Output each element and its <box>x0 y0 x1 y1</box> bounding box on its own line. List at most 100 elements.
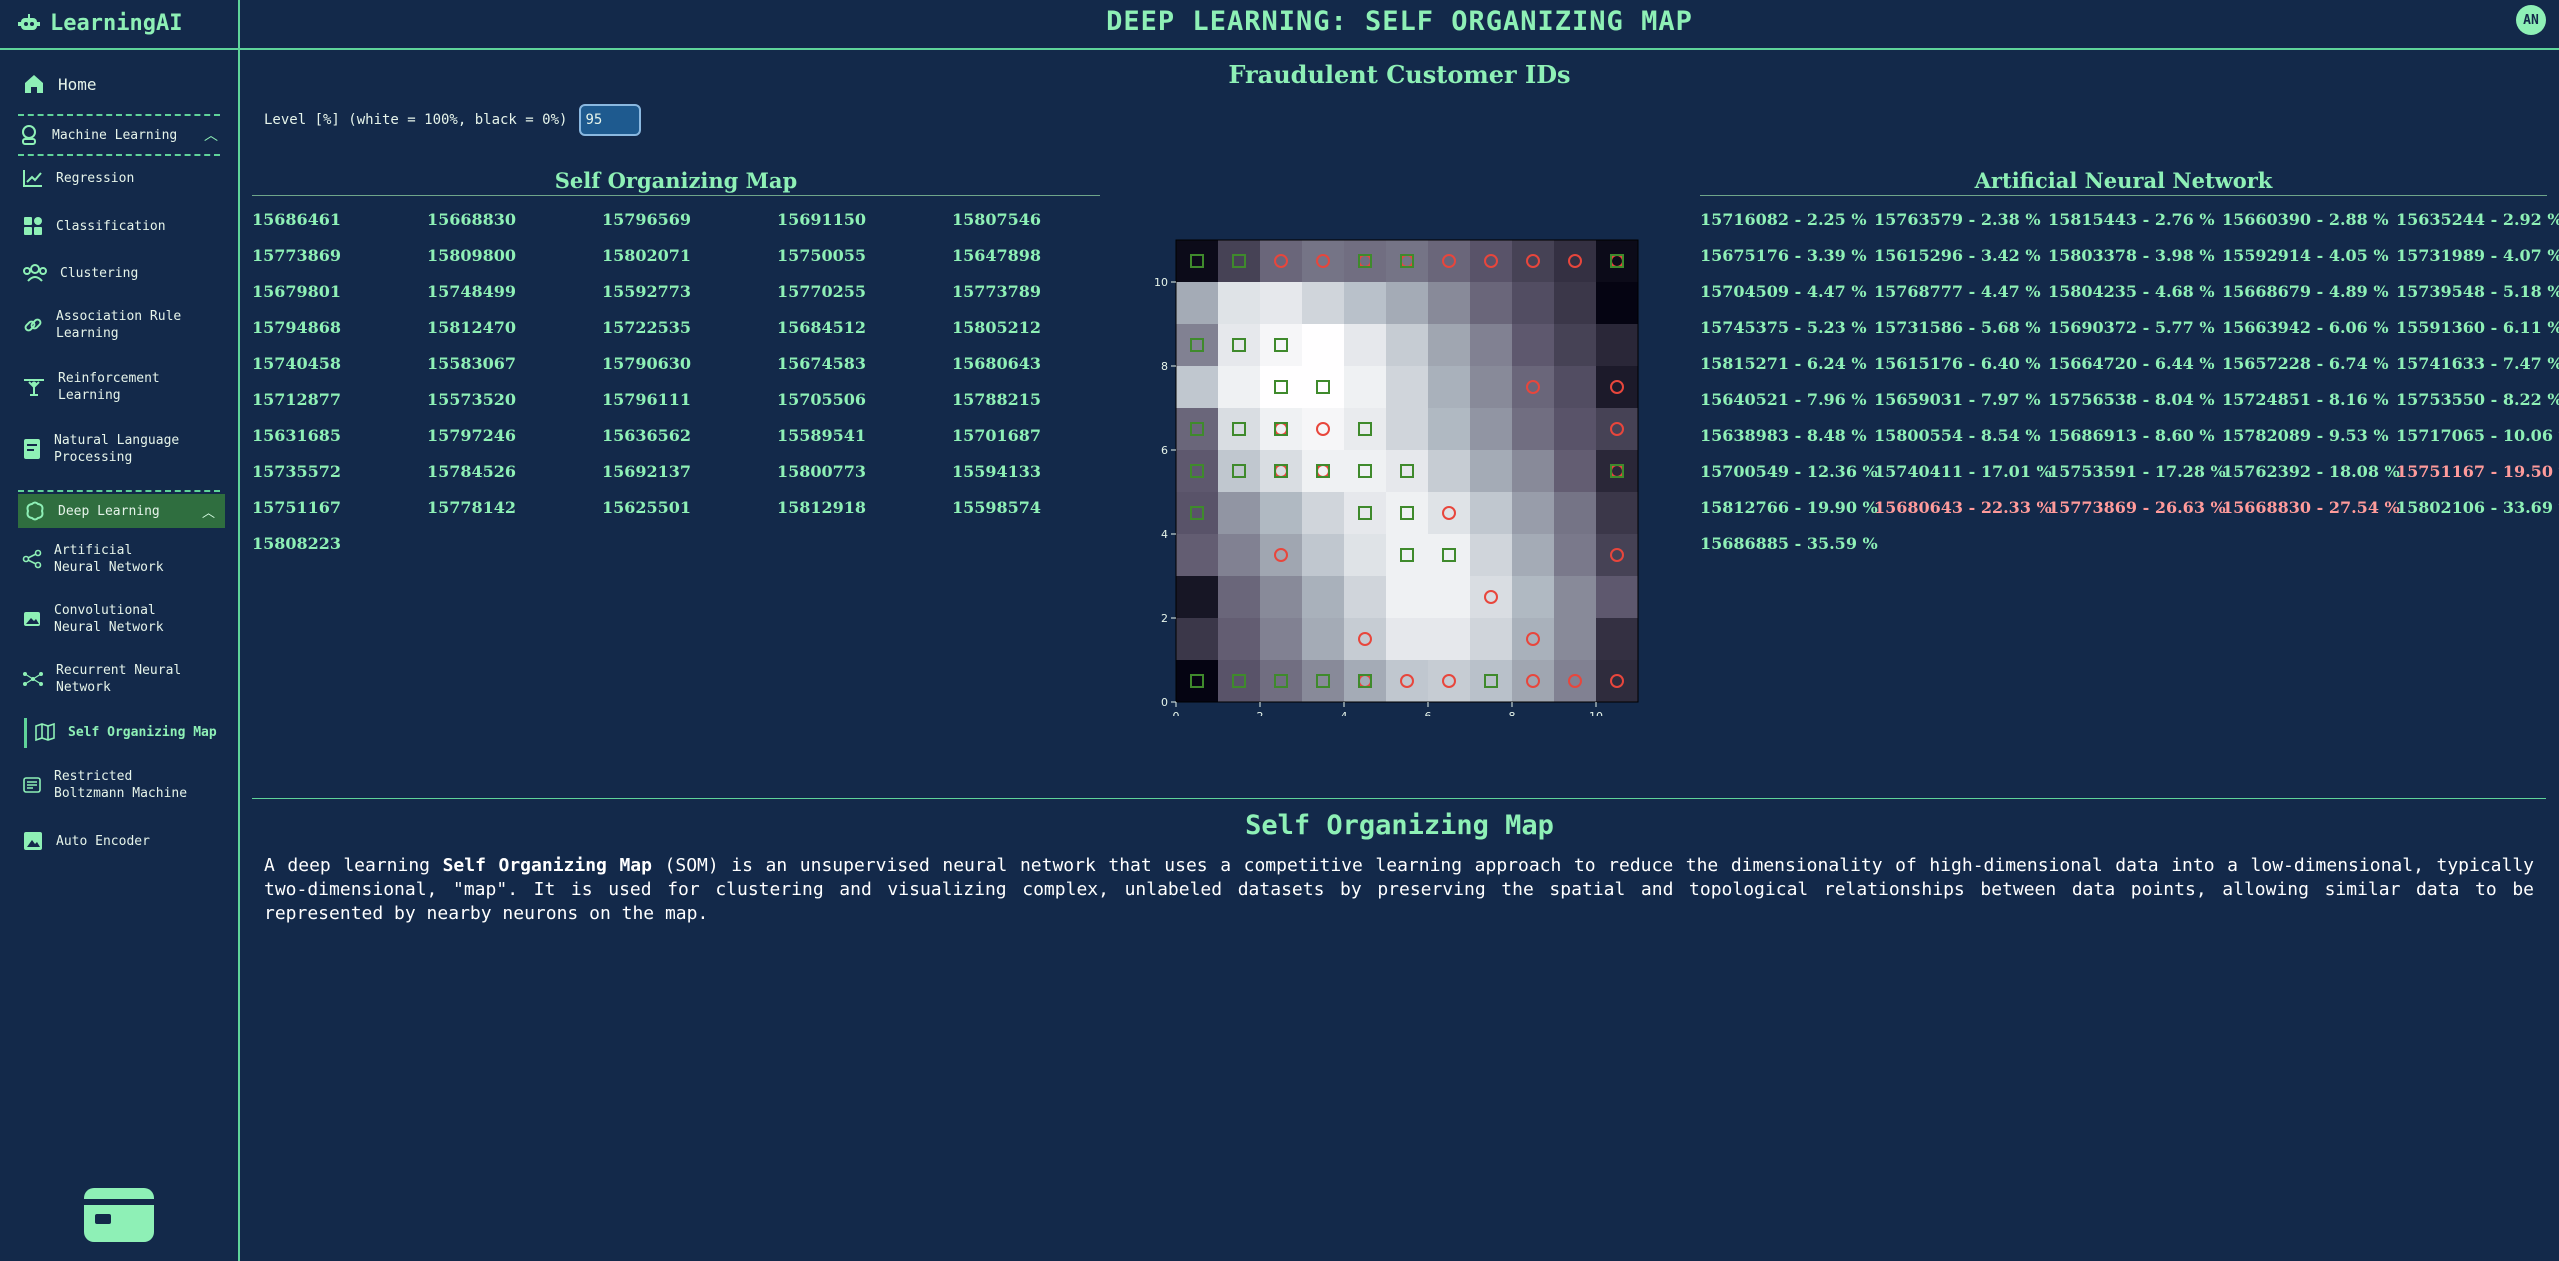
heatmap-cell <box>1302 324 1345 367</box>
heatmap-cell <box>1260 576 1303 619</box>
heatmap-cell <box>1512 660 1555 703</box>
heatmap-cell <box>1176 282 1219 325</box>
heatmap-cell <box>1428 240 1471 283</box>
som-customer-id: 15788215 <box>952 390 1042 409</box>
link-icon <box>24 318 42 332</box>
page-title: DEEP LEARNING: SELF ORGANIZING MAP <box>1106 6 1693 37</box>
sidebar-item-recurrent-neural-network[interactable]: Recurrent Neural Network <box>22 662 182 696</box>
som-customer-id: 15778142 <box>427 498 517 517</box>
heatmap-cell <box>1512 618 1555 661</box>
sidebar-item-reinforcement-learning[interactable]: Reinforcement Learning <box>22 370 172 404</box>
som-id-list: 15686461 15668830 15796569 15691150 15807546… <box>252 210 1127 570</box>
robot-icon <box>18 14 40 30</box>
heatmap-cell <box>1470 450 1513 493</box>
sidebar-group-machine-learning[interactable]: Machine Learning ︿ <box>18 124 218 146</box>
heatmap-cell <box>1470 366 1513 409</box>
ann-customer-entry: 15686913 - 8.60 % <box>2048 426 2215 445</box>
sidebar-item-natural-language-processing[interactable]: Natural Language Processing <box>22 432 192 466</box>
heatmap-cell <box>1596 576 1639 619</box>
credit-card-icon[interactable] <box>84 1188 154 1242</box>
heatmap-cell <box>1512 240 1555 283</box>
sidebar-item-classification[interactable]: Classification <box>22 215 166 237</box>
x-tick-label: 6 <box>1425 710 1432 716</box>
ann-customer-entry: 15664720 - 6.44 % <box>2048 354 2215 373</box>
sidebar-item-regression[interactable]: Regression <box>22 168 134 188</box>
ann-customer-entry: 15802106 - 33.69 % <box>2396 498 2559 517</box>
heatmap-cell <box>1512 492 1555 535</box>
heatmap-cell <box>1344 534 1387 577</box>
sidebar-group-deep-learning[interactable]: Deep Learning ︿ <box>18 494 225 528</box>
som-customer-id: 15751167 <box>252 498 342 517</box>
heatmap-cell <box>1428 366 1471 409</box>
heatmap-cell <box>1218 492 1261 535</box>
som-customer-id: 15674583 <box>777 354 867 373</box>
ann-customer-entry: 15731586 - 5.68 % <box>1874 318 2041 337</box>
divider <box>18 154 220 156</box>
som-customer-id: 15625501 <box>602 498 692 517</box>
ann-customer-entry: 15739548 - 5.18 % <box>2396 282 2559 301</box>
level-control: Level [%] (white = 100%, black = 0%) <box>264 104 642 136</box>
heatmap-cell <box>1302 282 1345 325</box>
x-tick-label: 0 <box>1173 710 1180 716</box>
heatmap-cell <box>1470 534 1513 577</box>
sidebar-item-clustering[interactable]: Clustering <box>22 263 138 283</box>
som-customer-id: 15592773 <box>602 282 692 301</box>
avatar[interactable]: AN <box>2516 5 2546 35</box>
heatmap-cell <box>1428 450 1471 493</box>
heatmap-cell <box>1512 366 1555 409</box>
ann-customer-entry: 15800554 - 8.54 % <box>1874 426 2041 445</box>
ann-customer-entry: 15753591 - 17.28 % <box>2048 462 2226 481</box>
ann-customer-entry: 15740411 - 17.01 % <box>1874 462 2052 481</box>
line-chart-icon <box>23 170 42 187</box>
heatmap-cell <box>1512 534 1555 577</box>
heatmap-cell <box>1596 450 1639 493</box>
som-customer-id: 15794868 <box>252 318 342 337</box>
heatmap-cell <box>1218 450 1261 493</box>
som-customer-id: 15808223 <box>252 534 342 553</box>
heatmap-cell <box>1596 618 1639 661</box>
sidebar-item-restricted-boltzmann-machine[interactable]: Restricted Boltzmann Machine <box>22 768 192 802</box>
sidebar-item-label: Self Organizing Map <box>68 724 217 740</box>
sidebar-item-label: Artificial Neural Network <box>54 543 164 575</box>
heatmap-cell <box>1386 534 1429 577</box>
sidebar-item-self-organizing-map[interactable]: Self Organizing Map <box>34 722 217 742</box>
divider <box>18 490 220 492</box>
heatmap-cell <box>1386 660 1429 703</box>
sidebar-item-convolutional-neural-network[interactable]: Convolutional Neural Network <box>22 602 192 636</box>
brand[interactable]: LearningAI <box>18 8 182 38</box>
description-title: Self Organizing Map <box>1245 810 1554 841</box>
heatmap-cell <box>1428 618 1471 661</box>
ann-customer-entry: 15745375 - 5.23 % <box>1700 318 1867 337</box>
heatmap-cell <box>1344 576 1387 619</box>
sidebar-item-association-rule-learning[interactable]: Association Rule Learning <box>22 308 182 342</box>
heatmap-cell <box>1470 576 1513 619</box>
heatmap-cell <box>1596 408 1639 451</box>
sidebar-group-label: Deep Learning <box>58 503 160 519</box>
map-icon <box>35 722 55 742</box>
sidebar-item-auto-encoder[interactable]: Auto Encoder <box>22 830 150 852</box>
heatmap-cell <box>1260 366 1303 409</box>
level-input[interactable] <box>579 104 642 136</box>
ann-customer-entry: 15756538 - 8.04 % <box>2048 390 2215 409</box>
heatmap-cell <box>1554 240 1597 283</box>
heatmap-cell <box>1470 492 1513 535</box>
heatmap-cell <box>1386 492 1429 535</box>
description-bold: Self Organizing Map <box>442 855 652 876</box>
som-customer-id: 15631685 <box>252 426 342 445</box>
ann-customer-entry: 15803378 - 3.98 % <box>2048 246 2215 265</box>
sidebar-item-artificial-neural-network[interactable]: Artificial Neural Network <box>22 542 182 576</box>
som-heatmap: 0 2 4 6 8 10 0 2 4 6 8 10 <box>1154 239 1639 716</box>
ann-customer-entry: 15717065 - 10.06 % <box>2396 426 2559 445</box>
som-list-title: Self Organizing Map <box>252 168 1100 196</box>
network-icon <box>23 672 43 686</box>
som-customer-id: 15750055 <box>777 246 867 265</box>
heatmap-cell <box>1428 492 1471 535</box>
sidebar-item-home[interactable]: Home <box>22 72 97 96</box>
som-customer-id: 15748499 <box>427 282 517 301</box>
heatmap-cell <box>1554 492 1597 535</box>
som-customer-id: 15598574 <box>952 498 1042 517</box>
heatmap-cell <box>1302 534 1345 577</box>
photo-icon <box>24 832 42 850</box>
y-tick-label: 10 <box>1154 276 1168 289</box>
heatmap-cell <box>1176 660 1219 703</box>
